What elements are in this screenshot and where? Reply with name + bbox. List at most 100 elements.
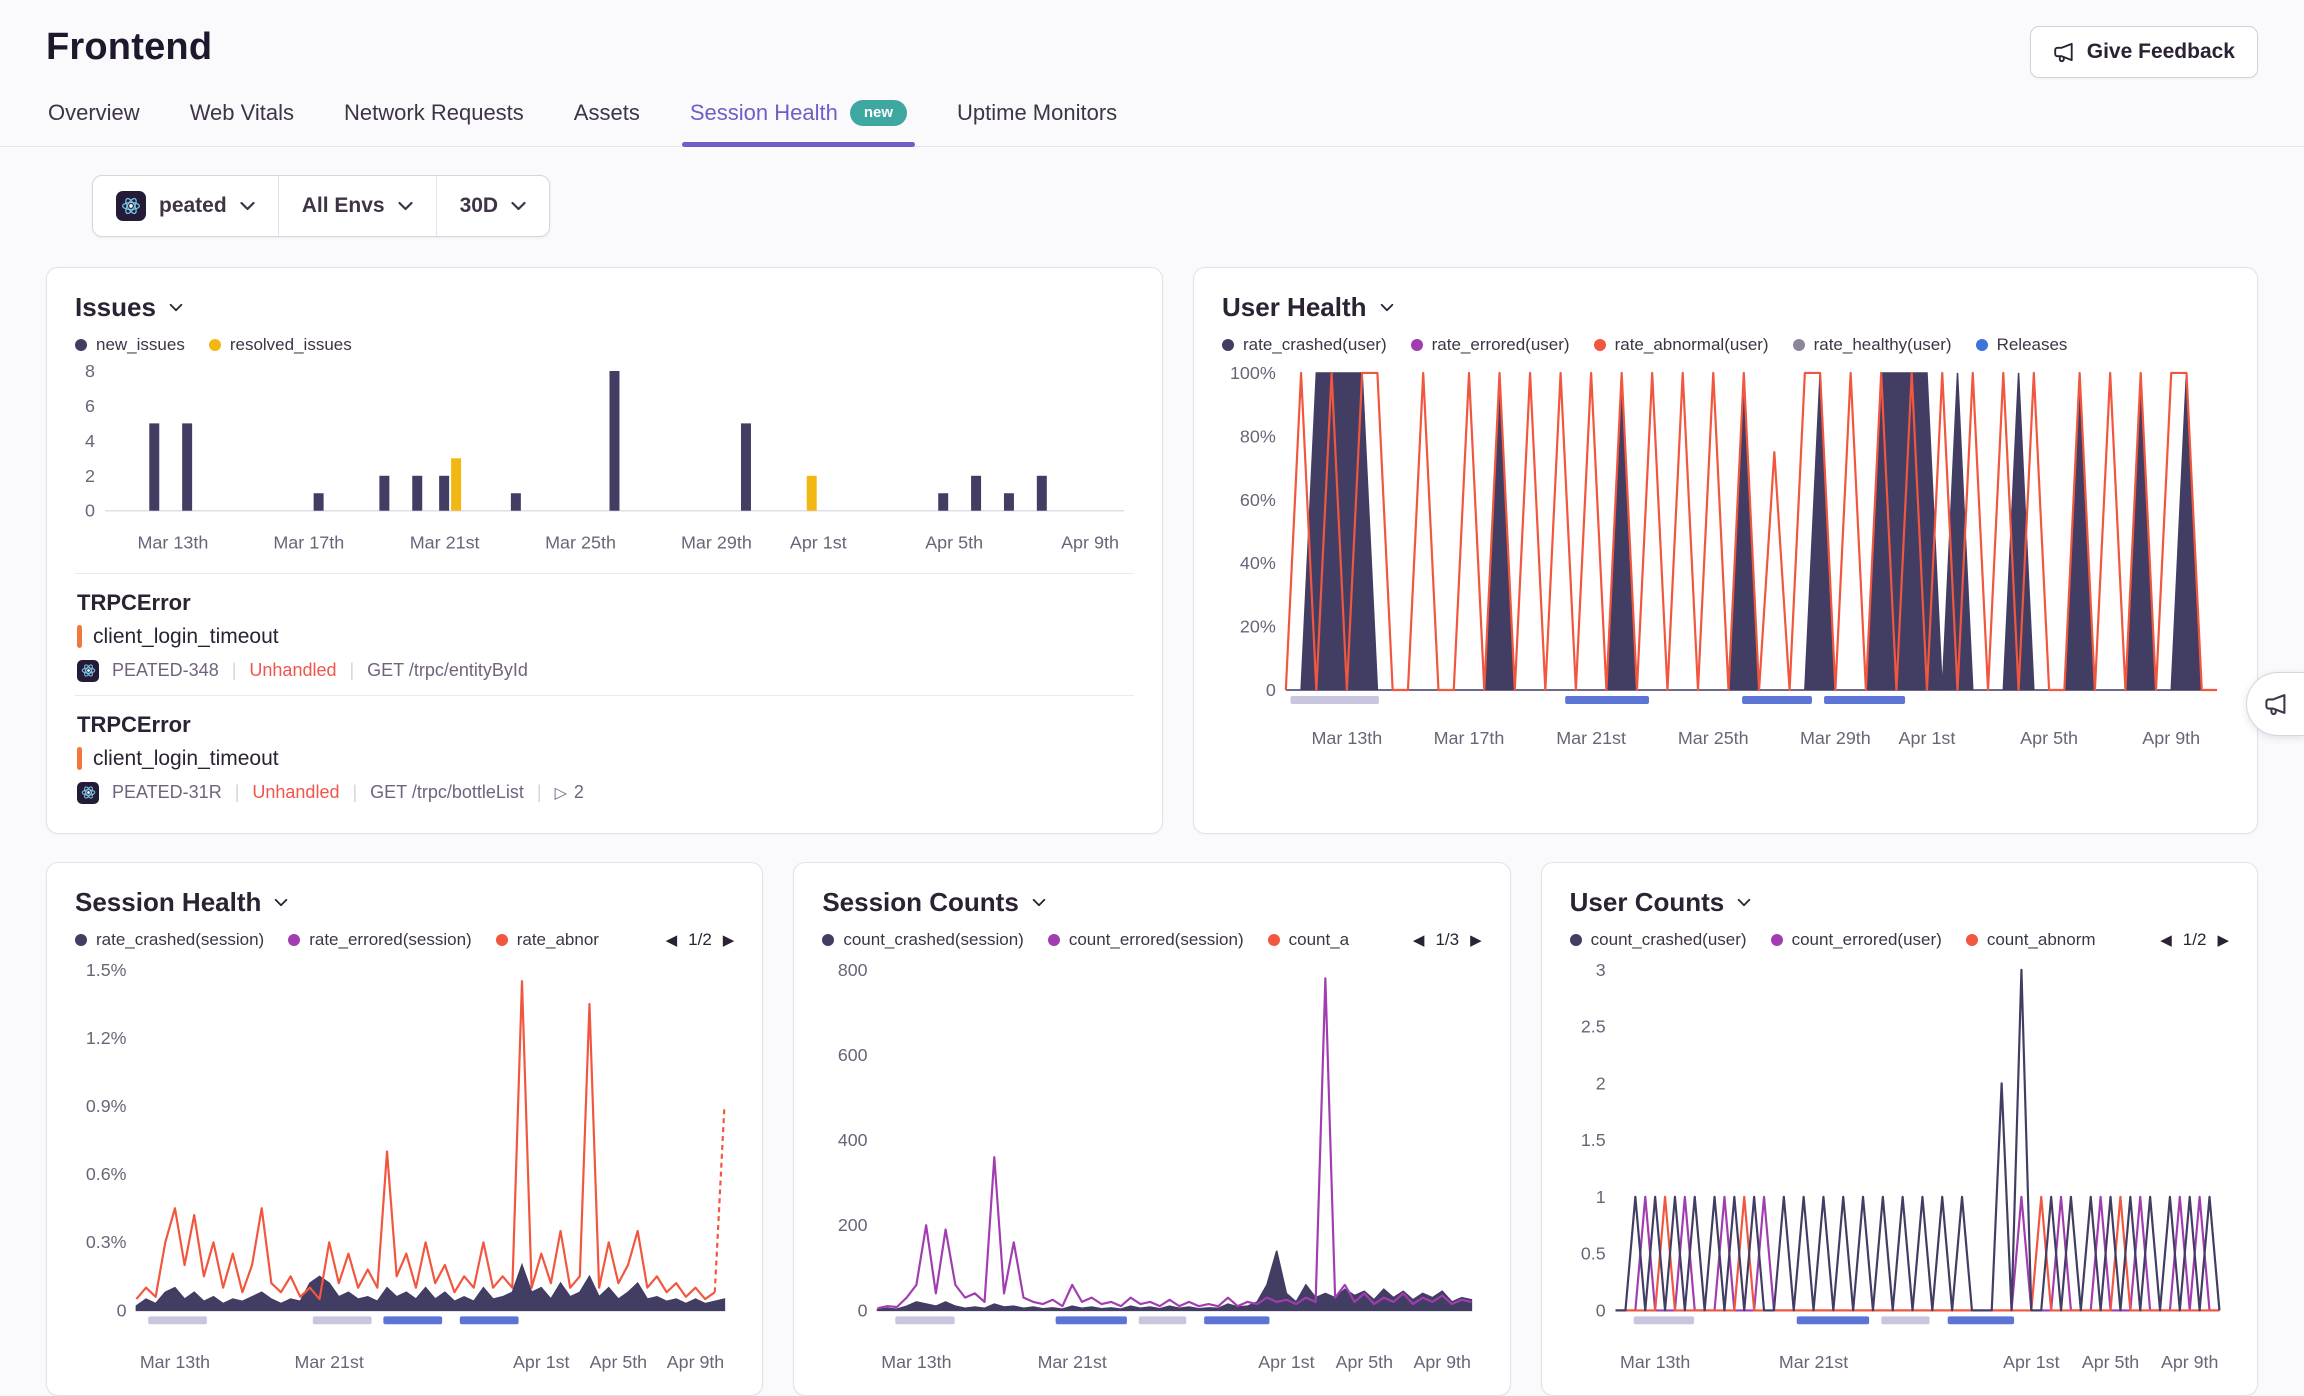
tab-session-health[interactable]: Session Healthnew <box>688 90 909 146</box>
legend-item[interactable]: count_abnorm <box>1966 930 2096 950</box>
tab-label: Uptime Monitors <box>957 100 1117 126</box>
chevron-down-icon[interactable] <box>274 898 288 907</box>
legend-item[interactable]: count_errored(user) <box>1771 930 1942 950</box>
session-counts-chart[interactable]: 8006004002000Mar 13thMar 21stApr 1stApr … <box>822 956 1481 1380</box>
meta-separator: | <box>352 782 357 803</box>
prev-page-button[interactable]: ◀ <box>2160 931 2172 949</box>
svg-text:0: 0 <box>1266 680 1276 700</box>
tab-web-vitals[interactable]: Web Vitals <box>188 90 296 146</box>
project-filter[interactable]: peated <box>93 176 278 236</box>
tab-network-requests[interactable]: Network Requests <box>342 90 526 146</box>
svg-text:Mar 13th: Mar 13th <box>1620 1351 1690 1371</box>
legend-item[interactable]: Releases <box>1976 335 2068 355</box>
user-counts-panel-title: User Counts <box>1570 887 1725 918</box>
project-avatar-icon <box>77 782 99 804</box>
chevron-down-icon <box>398 201 413 211</box>
svg-text:100%: 100% <box>1230 363 1276 383</box>
environment-filter[interactable]: All Envs <box>278 176 436 236</box>
legend-item[interactable]: rate_crashed(session) <box>75 930 264 950</box>
feedback-widget-button[interactable] <box>2246 672 2304 736</box>
legend-item[interactable]: rate_errored(session) <box>288 930 472 950</box>
legend-item[interactable]: rate_abnormal(user) <box>1594 335 1769 355</box>
svg-text:Mar 13th: Mar 13th <box>882 1351 952 1371</box>
issues-chart[interactable]: 86420Mar 13thMar 17thMar 21stMar 25thMar… <box>75 361 1134 573</box>
session-counts-panel: Session Counts count_crashed(session)cou… <box>793 862 1510 1396</box>
issue-subtitle: client_login_timeout <box>77 747 1132 771</box>
svg-text:80%: 80% <box>1240 426 1276 446</box>
legend-item[interactable]: rate_errored(user) <box>1411 335 1570 355</box>
tab-label: Web Vitals <box>190 100 294 126</box>
legend-dot <box>1966 934 1978 946</box>
legend-pager: ◀ 1/3 ▶ <box>1413 930 1482 950</box>
legend-item[interactable]: count_errored(session) <box>1048 930 1244 950</box>
legend-item[interactable]: count_a <box>1268 930 1350 950</box>
svg-text:4: 4 <box>85 431 95 451</box>
date-range-filter[interactable]: 30D <box>436 176 550 236</box>
user-counts-chart[interactable]: 32.521.510.50Mar 13thMar 21stApr 1stApr … <box>1570 956 2229 1380</box>
tab-uptime-monitors[interactable]: Uptime Monitors <box>955 90 1119 146</box>
legend-dot <box>822 934 834 946</box>
issue-subtitle: client_login_timeout <box>77 625 1132 649</box>
session-health-chart[interactable]: 1.5%1.2%0.9%0.6%0.3%0Mar 13thMar 21stApr… <box>75 956 734 1380</box>
legend-label: resolved_issues <box>230 335 352 355</box>
issue-list: TRPCError client_login_timeout PEATED-348 |… <box>75 573 1134 817</box>
legend-dot <box>1570 934 1582 946</box>
legend-item[interactable]: rate_abnor <box>496 930 599 950</box>
svg-text:0.5: 0.5 <box>1581 1243 1606 1263</box>
issue-row[interactable]: TRPCErrorclient_login_timeoutPEATED-348|… <box>75 573 1134 695</box>
chevron-down-icon[interactable] <box>169 303 183 312</box>
legend-item[interactable]: new_issues <box>75 335 185 355</box>
page-indicator: 1/3 <box>1435 930 1459 950</box>
svg-text:Mar 29th: Mar 29th <box>1800 728 1871 748</box>
chevron-down-icon[interactable] <box>1032 898 1046 907</box>
chevron-down-icon <box>511 201 526 211</box>
issue-row[interactable]: TRPCErrorclient_login_timeoutPEATED-31R|… <box>75 695 1134 817</box>
issue-short-id: PEATED-348 <box>112 660 219 681</box>
issue-subtitle-text: client_login_timeout <box>93 747 279 771</box>
svg-text:Apr 5th: Apr 5th <box>925 533 983 553</box>
next-page-button[interactable]: ▶ <box>723 931 735 949</box>
environment-filter-value: All Envs <box>302 194 385 218</box>
project-icon <box>116 191 146 221</box>
next-page-button[interactable]: ▶ <box>2217 931 2229 949</box>
legend-item[interactable]: rate_healthy(user) <box>1793 335 1952 355</box>
legend-dot <box>1268 934 1280 946</box>
legend-dot <box>1793 339 1805 351</box>
legend-label: Releases <box>1997 335 2068 355</box>
svg-text:0.9%: 0.9% <box>86 1096 127 1116</box>
issue-title[interactable]: TRPCError <box>77 712 1132 738</box>
legend-pager: ◀ 1/2 ▶ <box>2160 930 2229 950</box>
legend-item[interactable]: rate_crashed(user) <box>1222 335 1387 355</box>
prev-page-button[interactable]: ◀ <box>1413 931 1425 949</box>
chevron-down-icon[interactable] <box>1380 303 1394 312</box>
svg-text:Apr 1st: Apr 1st <box>1259 1351 1315 1371</box>
tab-label: Session Health <box>690 100 838 126</box>
next-page-button[interactable]: ▶ <box>1470 931 1482 949</box>
svg-text:Apr 9th: Apr 9th <box>2142 728 2200 748</box>
svg-text:Mar 17th: Mar 17th <box>1434 728 1505 748</box>
legend-pager: ◀ 1/2 ▶ <box>666 930 735 950</box>
legend-item[interactable]: resolved_issues <box>209 335 352 355</box>
legend-item[interactable]: count_crashed(session) <box>822 930 1023 950</box>
legend-item[interactable]: count_crashed(user) <box>1570 930 1747 950</box>
user-health-chart[interactable]: 100%80%60%40%20%0Mar 13thMar 17thMar 21s… <box>1222 361 2229 758</box>
issue-transaction: GET /trpc/bottleList <box>370 782 524 803</box>
project-filter-value: peated <box>159 194 227 218</box>
issue-title[interactable]: TRPCError <box>77 590 1132 616</box>
svg-text:Apr 1st: Apr 1st <box>513 1351 569 1371</box>
user-health-panel-title: User Health <box>1222 292 1367 323</box>
tab-assets[interactable]: Assets <box>572 90 642 146</box>
chevron-down-icon[interactable] <box>1737 898 1751 907</box>
tab-overview[interactable]: Overview <box>46 90 142 146</box>
legend-label: rate_crashed(session) <box>96 930 264 950</box>
prev-page-button[interactable]: ◀ <box>666 931 678 949</box>
issue-transaction: GET /trpc/entityById <box>367 660 528 681</box>
legend-dot <box>75 934 87 946</box>
legend-label: rate_abnormal(user) <box>1615 335 1769 355</box>
session-counts-panel-title: Session Counts <box>822 887 1018 918</box>
legend-dot <box>288 934 300 946</box>
legend-label: new_issues <box>96 335 185 355</box>
svg-text:1.2%: 1.2% <box>86 1028 127 1048</box>
session-counts-legend: count_crashed(session) count_errored(sess… <box>822 930 1399 950</box>
give-feedback-button[interactable]: Give Feedback <box>2030 26 2258 78</box>
